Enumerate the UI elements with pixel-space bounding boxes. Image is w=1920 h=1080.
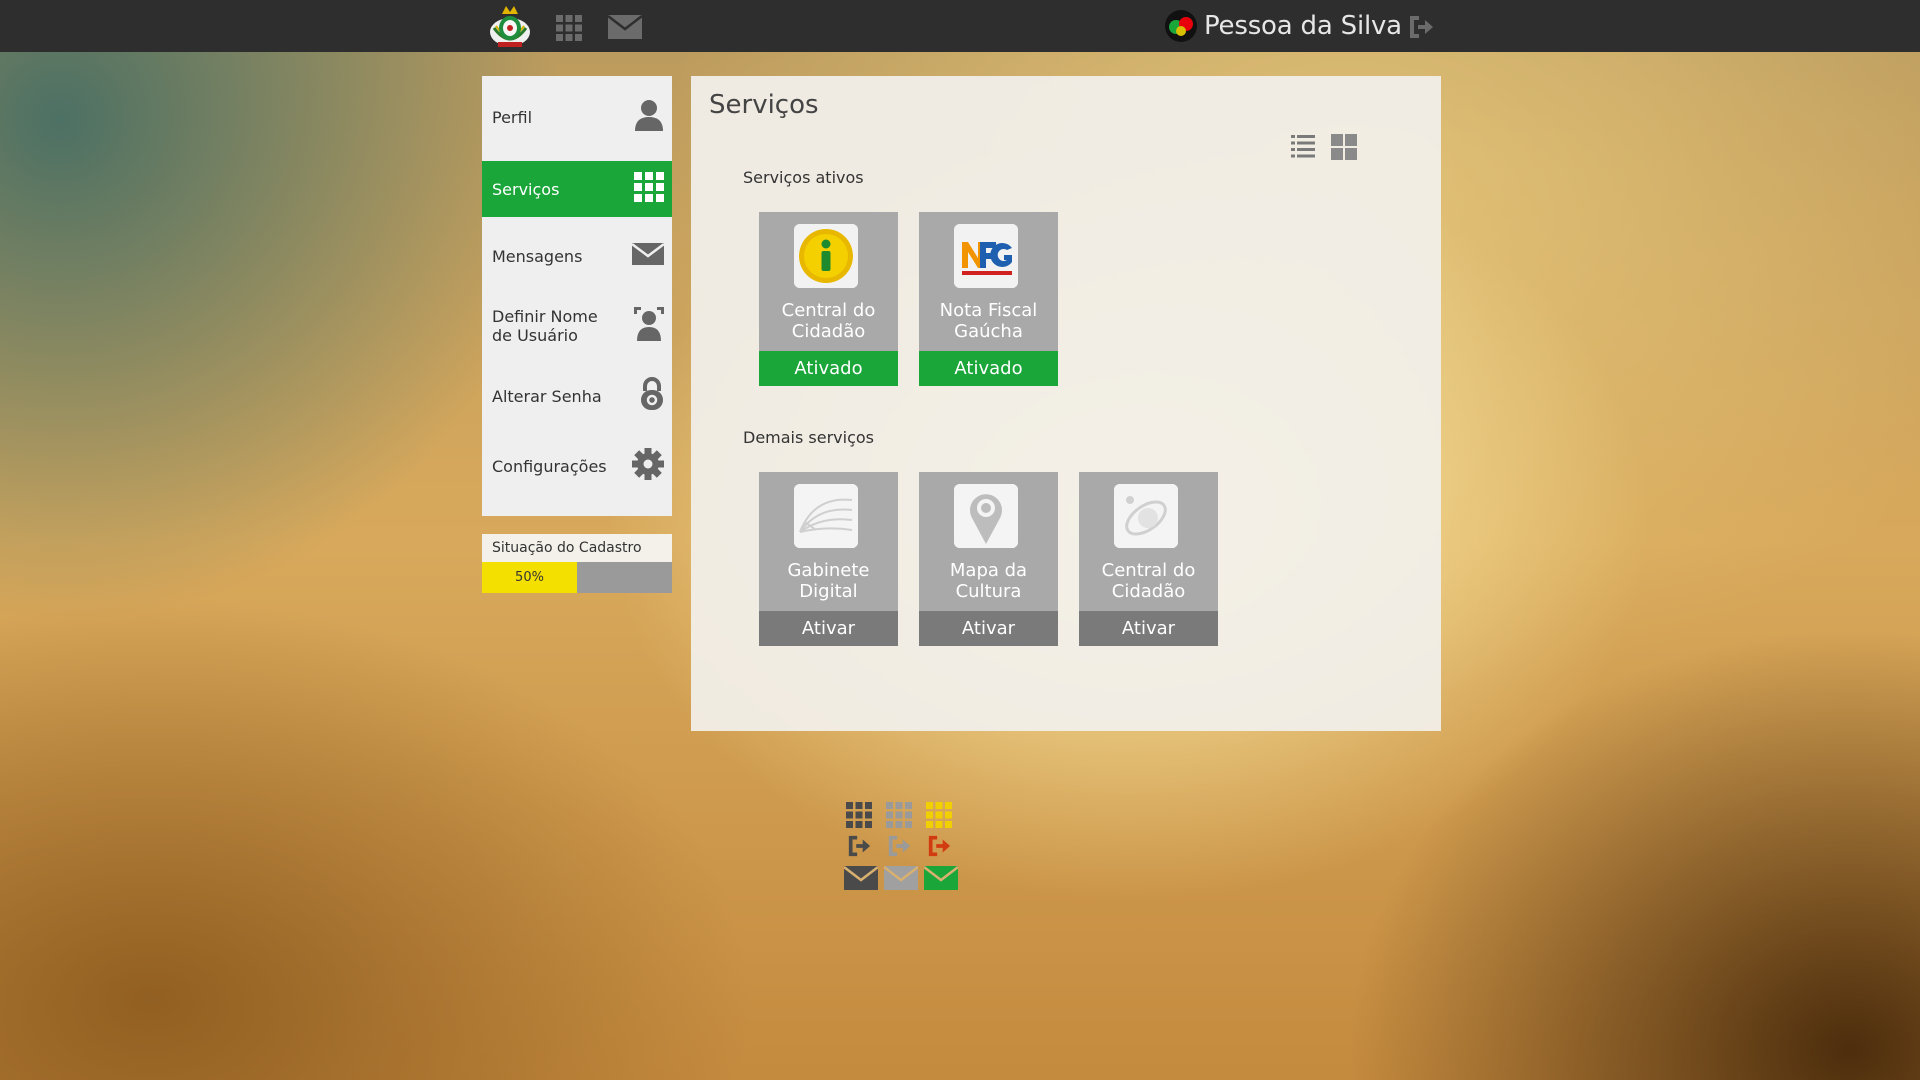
map-pin-icon	[954, 484, 1018, 548]
activate-service-button[interactable]: Ativar	[759, 611, 898, 646]
sidebar-item-label: Configurações	[492, 456, 607, 476]
service-name: Mapa da Cultura	[949, 560, 1028, 602]
envelope-icon	[923, 866, 959, 894]
service-status-button[interactable]: Ativado	[919, 351, 1058, 386]
service-card[interactable]: Central do Cidadão Ativar	[1079, 472, 1218, 646]
service-name: Nota Fiscal Gaúcha	[939, 300, 1038, 342]
service-status-button[interactable]: Ativado	[759, 351, 898, 386]
service-name: Gabinete Digital	[787, 560, 870, 602]
list-view-icon[interactable]	[1291, 134, 1315, 162]
grid-icon	[886, 802, 912, 832]
sidebar-item-label: Mensagens	[492, 246, 583, 266]
grid-icon	[634, 172, 664, 206]
grid-icon	[846, 802, 872, 832]
lock-icon	[640, 377, 664, 415]
user-name: Pessoa da Silva	[1204, 11, 1402, 41]
services-panel: Serviços Serviços ativos Central do Cida…	[691, 76, 1441, 731]
service-card[interactable]: Nota Fiscal Gaúcha Ativado	[919, 212, 1058, 386]
page-title: Serviços	[709, 90, 819, 120]
service-card[interactable]: Central do Cidadão Ativado	[759, 212, 898, 386]
registration-progress-bar: 50%	[482, 562, 672, 593]
sidebar-item-alterar-senha[interactable]: Alterar Senha	[482, 365, 672, 427]
icon-sprite-sheet	[843, 802, 960, 894]
service-name: Central do Cidadão	[1101, 560, 1196, 602]
logout-icon	[846, 834, 872, 862]
sidebar-item-definir-nome[interactable]: Definir Nome de Usuário	[482, 295, 672, 357]
logout-icon[interactable]	[1408, 14, 1434, 44]
service-name: Central do Cidadão	[781, 300, 876, 342]
activate-service-button[interactable]: Ativar	[919, 611, 1058, 646]
sidebar-item-configuracoes[interactable]: Configurações	[482, 435, 672, 497]
top-bar: Pessoa da Silva	[0, 0, 1920, 52]
info-icon	[794, 224, 858, 288]
sidebar-item-mensagens[interactable]: Mensagens	[482, 225, 672, 287]
apps-grid-icon[interactable]	[556, 15, 582, 45]
activate-service-button[interactable]: Ativar	[1079, 611, 1218, 646]
other-services-heading: Demais serviços	[743, 428, 875, 447]
grid-icon	[926, 802, 952, 832]
sidebar-item-label: Alterar Senha	[492, 386, 602, 406]
registration-status-title: Situação do Cadastro	[482, 534, 672, 562]
grid-view-icon[interactable]	[1331, 134, 1357, 164]
rs-coat-of-arms-icon[interactable]	[488, 2, 532, 50]
user-avatar-icon	[1165, 10, 1197, 42]
sidebar: Perfil Serviços Mensagens Definir Nome d…	[482, 76, 672, 516]
service-card[interactable]: Mapa da Cultura Ativar	[919, 472, 1058, 646]
service-card[interactable]: Gabinete Digital Ativar	[759, 472, 898, 646]
active-services-heading: Serviços ativos	[743, 168, 864, 187]
sidebar-item-label: Definir Nome de Usuário	[492, 307, 598, 345]
user-icon	[634, 99, 664, 135]
envelope-icon	[883, 866, 919, 894]
sidebar-item-servicos[interactable]: Serviços	[482, 161, 672, 217]
user-id-icon	[634, 307, 664, 345]
orbit-logo-icon	[1114, 484, 1178, 548]
registration-progress-label: 50%	[515, 570, 544, 585]
logout-icon	[926, 834, 952, 862]
user-menu[interactable]: Pessoa da Silva	[1164, 0, 1402, 52]
sidebar-item-perfil[interactable]: Perfil	[482, 81, 672, 153]
sidebar-item-label: Serviços	[492, 179, 560, 199]
envelope-icon	[843, 866, 879, 894]
logout-icon	[886, 834, 912, 862]
gabinete-logo-icon	[794, 484, 858, 548]
envelope-icon[interactable]	[607, 15, 643, 43]
registration-status: Situação do Cadastro 50%	[482, 534, 672, 593]
sidebar-item-label: Perfil	[492, 107, 533, 127]
gear-icon	[632, 448, 664, 484]
nfg-logo-icon	[954, 224, 1018, 288]
envelope-icon	[631, 243, 665, 269]
